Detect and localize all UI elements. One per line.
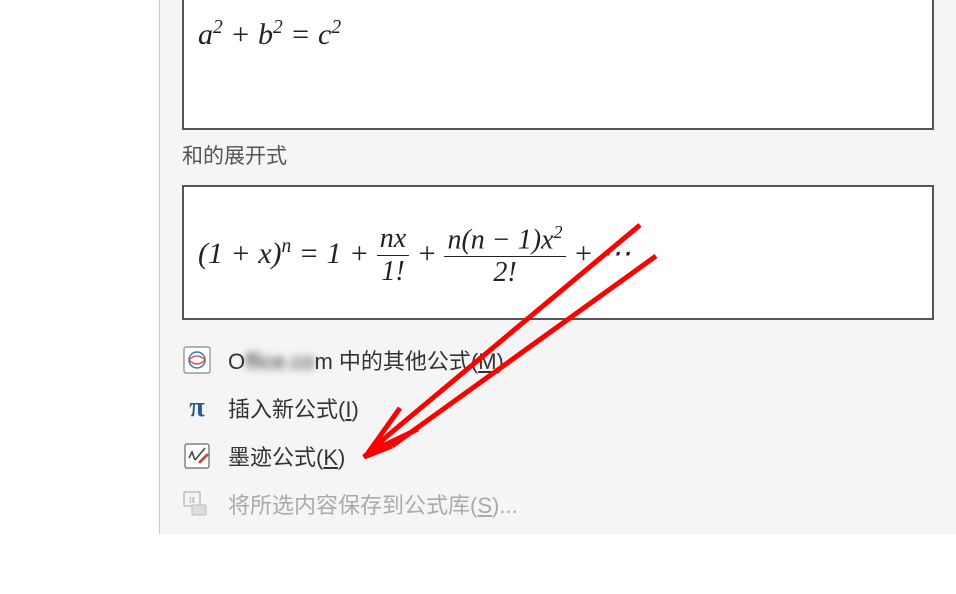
menu-item-insert-new[interactable]: π 插入新公式(I)	[160, 384, 956, 432]
left-background-strip	[0, 0, 159, 594]
equation-dropdown-panel: a2 + b2 = c2 和的展开式 (1 + x)n = 1 + nx 1! …	[159, 0, 956, 534]
formula-pythagorean: a2 + b2 = c2	[198, 18, 341, 51]
menu-label-save: 将所选内容保存到公式库(S)...	[228, 488, 518, 520]
office-icon	[180, 343, 214, 377]
formula-binomial: (1 + x)n = 1 + nx 1! + n(n − 1)x2 2! + ⋯	[198, 237, 631, 270]
ink-equation-icon	[180, 439, 214, 473]
menu-item-save-gallery: π 将所选内容保存到公式库(S)...	[160, 480, 956, 528]
menu-label-office: Office.com 中的其他公式(M)	[228, 344, 504, 376]
menu-item-ink[interactable]: 墨迹公式(K)	[160, 432, 956, 480]
menu-label-insert: 插入新公式(I)	[228, 392, 359, 424]
equation-preview-binomial[interactable]: (1 + x)n = 1 + nx 1! + n(n − 1)x2 2! + ⋯	[182, 185, 934, 320]
menu-area: Office.com 中的其他公式(M) π 插入新公式(I) 墨迹公式(K)	[160, 330, 956, 534]
equation-preview-pythagorean[interactable]: a2 + b2 = c2	[182, 0, 934, 130]
save-pi-icon: π	[180, 487, 214, 521]
pi-icon: π	[180, 391, 214, 425]
menu-item-office-more[interactable]: Office.com 中的其他公式(M)	[160, 336, 956, 384]
menu-label-ink: 墨迹公式(K)	[228, 440, 345, 472]
section-label-sum-expansion: 和的展开式	[182, 140, 956, 170]
svg-text:π: π	[189, 492, 196, 506]
